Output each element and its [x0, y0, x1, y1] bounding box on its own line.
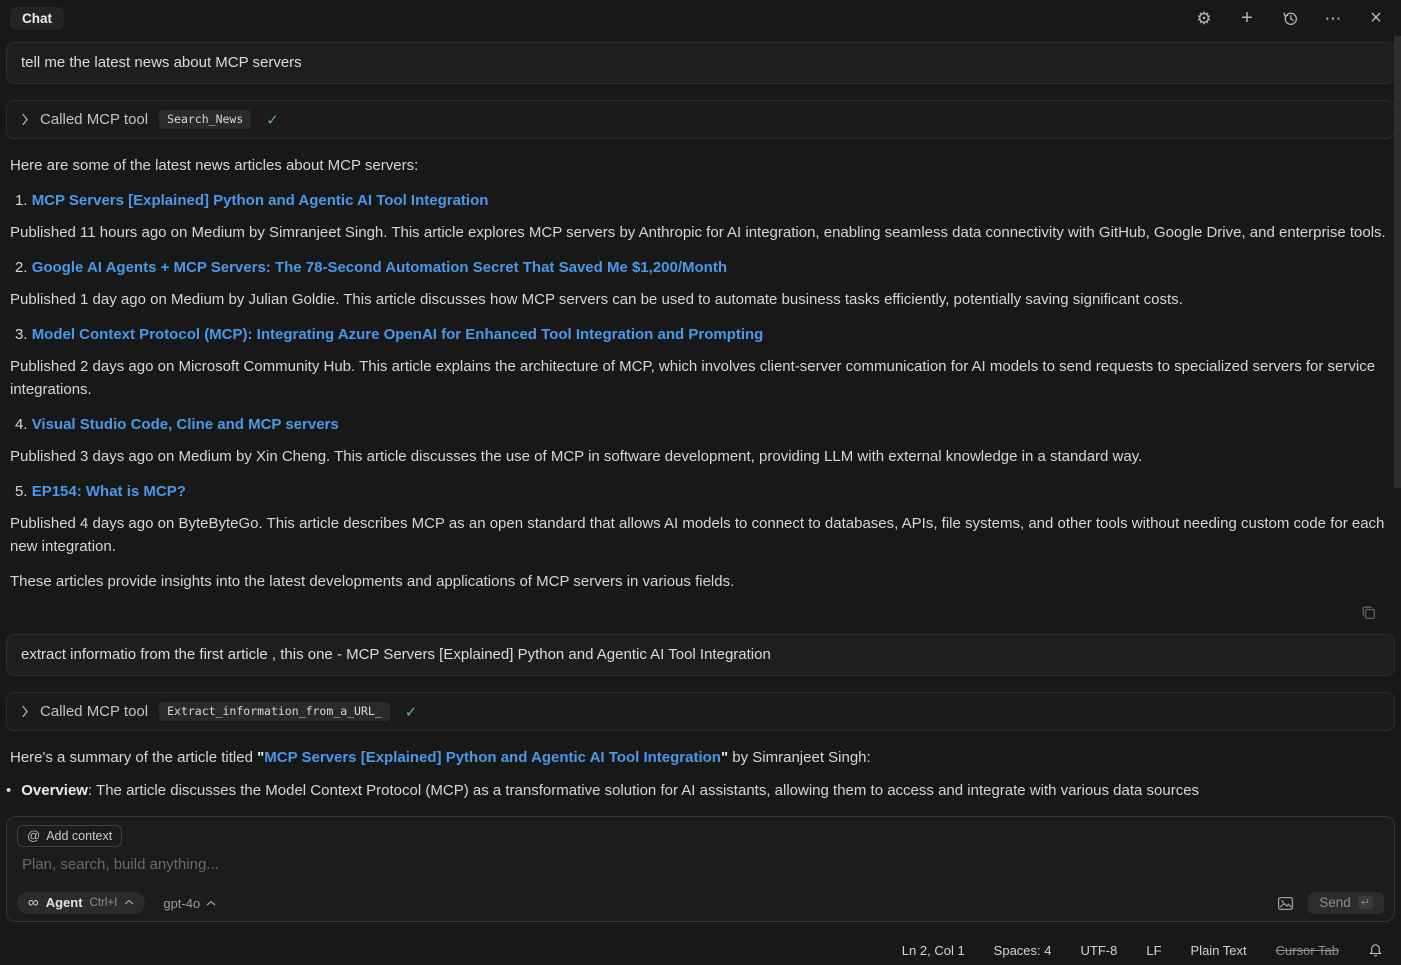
- article-number: 4.: [15, 416, 28, 433]
- copy-icon[interactable]: [1360, 604, 1377, 621]
- article-number: 1.: [15, 192, 28, 209]
- check-icon: ✓: [405, 703, 418, 721]
- tool-call-extract-url[interactable]: Called MCP tool Extract_information_from…: [6, 692, 1395, 731]
- chevron-right-icon: [21, 705, 29, 718]
- summary-suffix: by Simranjeet Singh:: [728, 749, 871, 766]
- article-title-line: 1. MCP Servers [Explained] Python and Ag…: [10, 189, 1391, 212]
- tool-call-label: Called MCP tool: [40, 111, 148, 128]
- article-description: Published 3 days ago on Medium by Xin Ch…: [10, 445, 1391, 468]
- status-bar: Ln 2, Col 1 Spaces: 4 UTF-8 LF Plain Tex…: [0, 935, 1401, 965]
- tab-chat[interactable]: Chat: [10, 7, 64, 30]
- send-controls: Send ↵: [1277, 892, 1384, 914]
- composer-toolbar: ∞ Agent Ctrl+I gpt-4o: [17, 892, 1384, 914]
- composer-input[interactable]: [17, 847, 1384, 892]
- notifications-bell-icon[interactable]: [1368, 943, 1383, 958]
- article-link[interactable]: EP154: What is MCP?: [32, 483, 186, 500]
- add-context-label: Add context: [46, 829, 112, 843]
- response-actions: [24, 604, 1377, 621]
- send-button[interactable]: Send ↵: [1308, 892, 1384, 914]
- article-link[interactable]: Visual Studio Code, Cline and MCP server…: [32, 416, 339, 433]
- assistant-response-1: Here are some of the latest news article…: [10, 154, 1391, 593]
- article-number: 5.: [15, 483, 28, 500]
- chevron-up-icon: [124, 899, 134, 906]
- attach-image-icon[interactable]: [1277, 895, 1294, 912]
- status-cursor-tab[interactable]: Cursor Tab: [1276, 943, 1339, 958]
- assistant-response-2: Here's a summary of the article titled "…: [10, 746, 1391, 769]
- add-context-button[interactable]: @ Add context: [17, 825, 122, 847]
- tool-name-badge: Search_News: [159, 110, 251, 129]
- article-description: Published 1 day ago on Medium by Julian …: [10, 288, 1391, 311]
- user-message-1: tell me the latest news about MCP server…: [6, 42, 1395, 84]
- vertical-scrollbar-thumb[interactable]: [1394, 36, 1401, 488]
- article-title-line: 4. Visual Studio Code, Cline and MCP ser…: [10, 413, 1391, 436]
- agent-mode-selector[interactable]: ∞ Agent Ctrl+I: [17, 892, 145, 914]
- chat-panel-header: Chat ⚙ + ⋯ ×: [0, 0, 1401, 36]
- return-key-icon: ↵: [1358, 896, 1373, 909]
- status-eol[interactable]: LF: [1146, 943, 1161, 958]
- history-icon[interactable]: [1281, 9, 1299, 27]
- article-description: Published 11 hours ago on Medium by Simr…: [10, 221, 1391, 244]
- mode-controls: ∞ Agent Ctrl+I gpt-4o: [17, 892, 216, 914]
- article-description: Published 4 days ago on ByteByteGo. This…: [10, 512, 1391, 558]
- close-icon[interactable]: ×: [1367, 9, 1385, 27]
- settings-gear-icon[interactable]: ⚙: [1195, 9, 1213, 27]
- chat-composer: @ Add context ∞ Agent Ctrl+I gpt-4o: [6, 816, 1395, 922]
- header-actions: ⚙ + ⋯ ×: [1195, 9, 1385, 27]
- response-intro: Here are some of the latest news article…: [10, 154, 1391, 177]
- article-link[interactable]: Model Context Protocol (MCP): Integratin…: [32, 326, 764, 343]
- article-number: 2.: [15, 259, 28, 276]
- infinity-icon: ∞: [28, 895, 39, 910]
- bullet-text: Overview: The article discusses the Mode…: [21, 779, 1199, 802]
- article-number: 3.: [15, 326, 28, 343]
- tool-call-search-news[interactable]: Called MCP tool Search_News ✓: [6, 100, 1395, 139]
- article-title-line: 5. EP154: What is MCP?: [10, 480, 1391, 503]
- new-chat-plus-icon[interactable]: +: [1238, 9, 1256, 27]
- mode-shortcut: Ctrl+I: [90, 897, 118, 909]
- response-outro: These articles provide insights into the…: [10, 570, 1391, 593]
- summary-bullet-item: • Overview: The article discusses the Mo…: [0, 779, 1401, 802]
- at-sign-icon: @: [27, 828, 40, 843]
- status-cursor-position[interactable]: Ln 2, Col 1: [902, 943, 965, 958]
- bullet-glyph: •: [6, 779, 11, 802]
- article-title-line: 2. Google AI Agents + MCP Servers: The 7…: [10, 256, 1391, 279]
- tool-name-badge: Extract_information_from_a_URL_: [159, 702, 390, 721]
- chevron-right-icon: [21, 113, 29, 126]
- status-encoding[interactable]: UTF-8: [1081, 943, 1118, 958]
- user-message-2: extract informatio from the first articl…: [6, 634, 1395, 676]
- more-ellipsis-icon[interactable]: ⋯: [1324, 9, 1342, 27]
- summary-article-link[interactable]: MCP Servers [Explained] Python and Agent…: [264, 749, 721, 766]
- article-link[interactable]: Google AI Agents + MCP Servers: The 78-S…: [32, 259, 727, 276]
- model-selector[interactable]: gpt-4o: [163, 896, 216, 911]
- model-label: gpt-4o: [163, 896, 200, 911]
- article-description: Published 2 days ago on Microsoft Commun…: [10, 355, 1391, 401]
- article-link[interactable]: MCP Servers [Explained] Python and Agent…: [32, 192, 489, 209]
- check-icon: ✓: [266, 111, 279, 129]
- summary-prefix: Here's a summary of the article titled: [10, 749, 257, 766]
- status-indentation[interactable]: Spaces: 4: [994, 943, 1052, 958]
- mode-label: Agent: [46, 895, 83, 910]
- tool-call-label: Called MCP tool: [40, 703, 148, 720]
- chevron-up-icon: [206, 900, 216, 907]
- status-language-mode[interactable]: Plain Text: [1191, 943, 1247, 958]
- article-title-line: 3. Model Context Protocol (MCP): Integra…: [10, 323, 1391, 346]
- send-label: Send: [1319, 895, 1351, 910]
